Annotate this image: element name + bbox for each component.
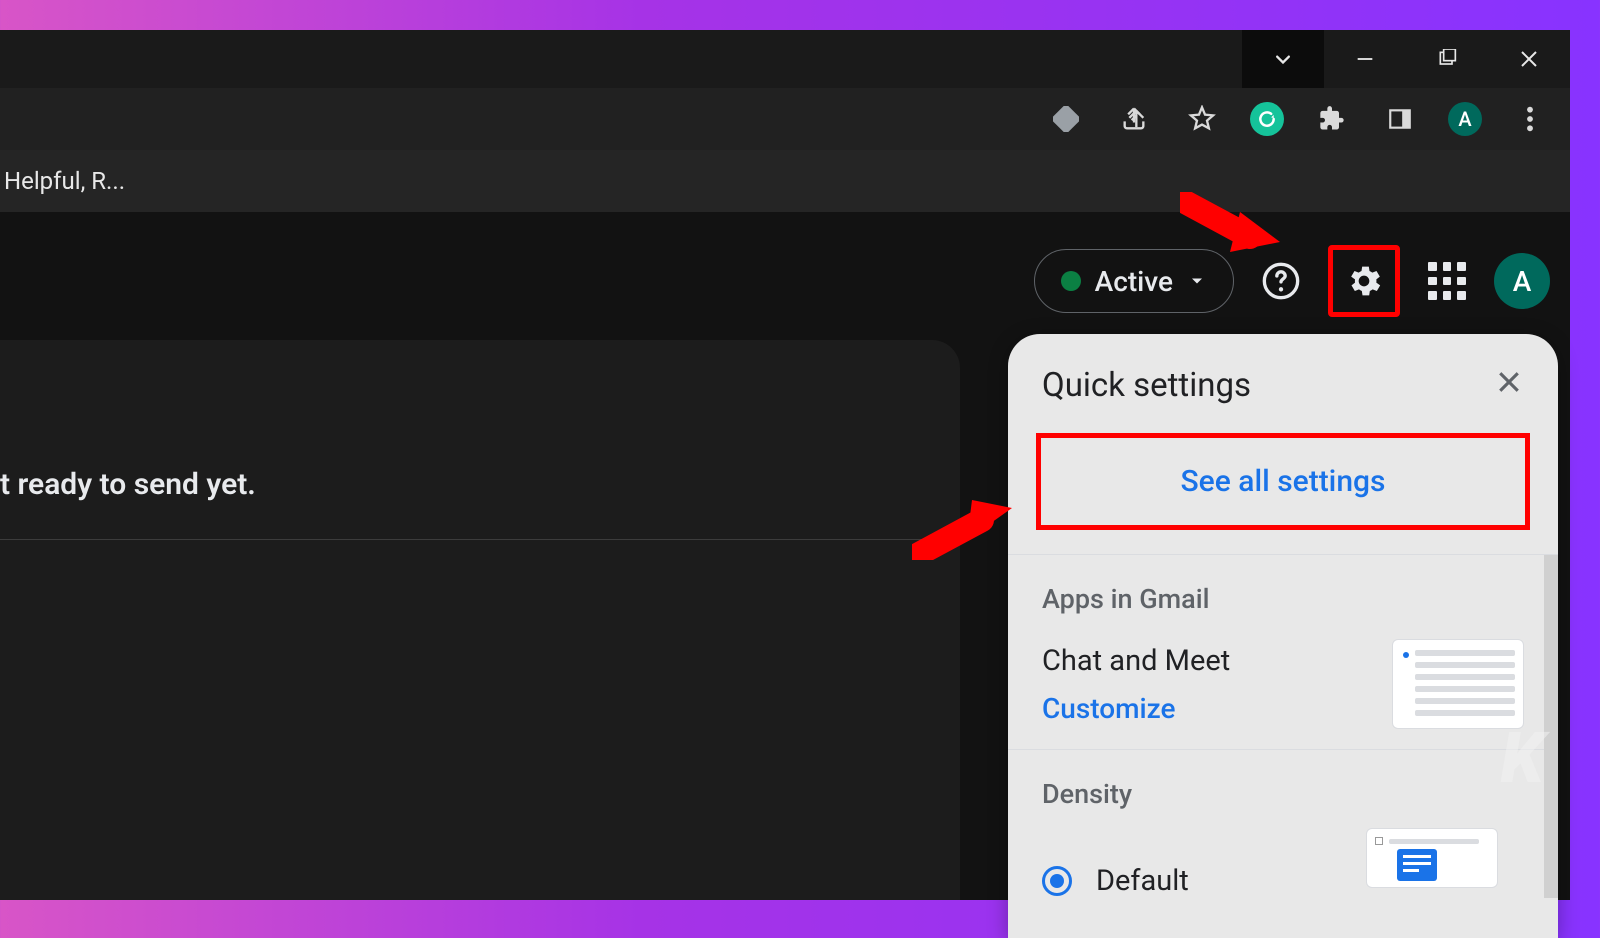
- caret-down-icon: [1187, 271, 1207, 291]
- adblock-icon[interactable]: [1046, 99, 1086, 139]
- quick-settings-scroll: Apps in Gmail Chat and Meet Customize De…: [1008, 554, 1558, 898]
- customize-link[interactable]: Customize: [1042, 692, 1230, 725]
- bookmarks-bar: Helpful, R...: [0, 150, 1570, 212]
- settings-button[interactable]: [1337, 254, 1391, 308]
- content-row: t ready to send yet.: [0, 430, 935, 540]
- minimize-button[interactable]: [1324, 30, 1406, 88]
- doc-icon: [1397, 849, 1437, 881]
- gmail-toolbar: Active A: [1034, 245, 1550, 317]
- density-default-option[interactable]: Default: [1042, 864, 1189, 898]
- quick-settings-close-button[interactable]: [1494, 367, 1524, 405]
- close-icon: [1494, 367, 1524, 397]
- status-label: Active: [1095, 265, 1173, 298]
- chevron-down-icon: [1269, 45, 1297, 73]
- bookmark-item[interactable]: Helpful, R...: [4, 167, 125, 195]
- extensions-puzzle-icon[interactable]: [1312, 99, 1352, 139]
- section-heading: Apps in Gmail: [1042, 583, 1524, 615]
- content-text: t ready to send yet.: [0, 467, 256, 502]
- account-avatar[interactable]: A: [1494, 253, 1550, 309]
- main-content-card: t ready to send yet.: [0, 340, 960, 900]
- grammarly-extension-icon[interactable]: [1250, 102, 1284, 136]
- browser-toolbar: A: [0, 88, 1570, 150]
- status-pill[interactable]: Active: [1034, 249, 1234, 313]
- section-heading: Density: [1042, 778, 1524, 810]
- radio-label: Default: [1096, 864, 1189, 898]
- share-icon[interactable]: [1114, 99, 1154, 139]
- help-button[interactable]: [1254, 254, 1308, 308]
- gear-icon: [1344, 261, 1384, 301]
- status-dot-icon: [1061, 271, 1081, 291]
- quick-settings-panel: Quick settings See all settings Apps in …: [1008, 334, 1558, 938]
- apps-in-gmail-section: Apps in Gmail Chat and Meet Customize: [1008, 555, 1558, 750]
- settings-button-highlight: [1328, 245, 1400, 317]
- close-icon: [1517, 47, 1541, 71]
- density-thumbnail: [1366, 828, 1498, 888]
- bookmark-star-icon[interactable]: [1182, 99, 1222, 139]
- window-titlebar: [0, 30, 1570, 88]
- tab-search-button[interactable]: [1242, 30, 1324, 88]
- scrollbar[interactable]: [1544, 555, 1558, 898]
- close-window-button[interactable]: [1488, 30, 1570, 88]
- radio-icon: [1042, 866, 1072, 896]
- quick-settings-header: Quick settings: [1008, 334, 1558, 425]
- quick-settings-title: Quick settings: [1042, 366, 1251, 405]
- maximize-button[interactable]: [1406, 30, 1488, 88]
- maximize-icon: [1437, 49, 1457, 69]
- browser-menu-icon[interactable]: [1510, 99, 1550, 139]
- see-all-settings-button[interactable]: See all settings: [1036, 433, 1530, 530]
- google-apps-button[interactable]: [1420, 254, 1474, 308]
- minimize-icon: [1354, 48, 1376, 70]
- density-section: Density Default: [1008, 750, 1558, 898]
- layout-thumbnail: [1392, 639, 1524, 729]
- sidepanel-icon[interactable]: [1380, 99, 1420, 139]
- chat-and-meet-label: Chat and Meet: [1042, 644, 1230, 678]
- help-icon: [1261, 261, 1301, 301]
- browser-profile-avatar[interactable]: A: [1448, 102, 1482, 136]
